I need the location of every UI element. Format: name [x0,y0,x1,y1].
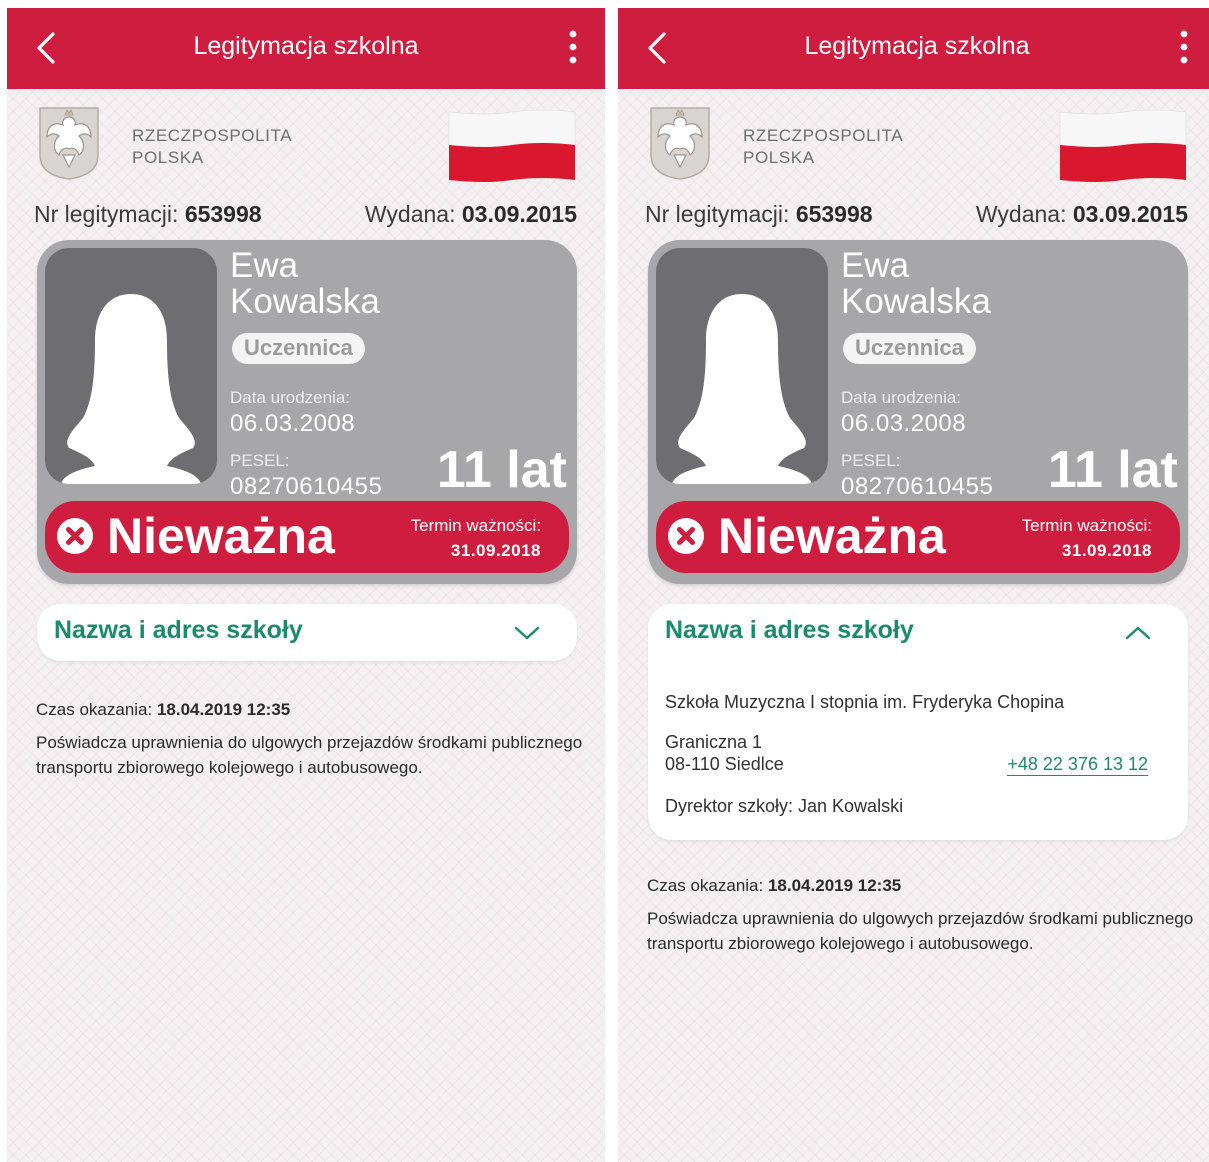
person-silhouette-icon [672,294,812,484]
id-number-value: 653998 [184,201,262,227]
avatar [656,248,828,484]
page-title: Legitymacja szkolna [193,32,419,60]
screen-collapsed: Legitymacja szkolna RZECZPOSPOLITA POLSK… [7,8,605,1162]
school-section-title[interactable]: Nazwa i adres szkoły [665,616,914,645]
status-text: Nieważna [718,508,946,564]
app-bar: Legitymacja szkolna [7,8,605,89]
chevron-down-icon [514,626,540,640]
school-name: Szkoła Muzyczna I stopnia im. Fryderyka … [665,692,1065,712]
x-circle-icon [57,518,93,554]
country-line-2: POLSKA [743,148,815,167]
more-vertical-icon [1180,30,1188,64]
id-number: Nr legitymacji: 653998 [34,201,262,228]
role-badge: Uczennica [232,333,365,364]
more-menu-button[interactable] [1172,28,1196,70]
description: Poświadcza uprawnienia do ulgowych przej… [647,909,1194,953]
id-card: Ewa Kowalska Uczennica Data urodzenia: 0… [648,240,1188,584]
status-bar: Nieważna Termin ważności: 31.09.2018 [656,501,1180,573]
issue-date-value: 03.09.2015 [461,201,577,227]
age: 11 lat [436,441,567,499]
id-number-label: Nr legitymacji: [645,201,790,227]
expand-button[interactable] [513,624,541,642]
avatar [45,248,217,484]
country-line-2: POLSKA [132,148,204,167]
polish-eagle-emblem-icon [650,107,710,180]
country-name: RZECZPOSPOLITA POLSKA [743,125,903,169]
age: 11 lat [1047,441,1178,499]
issue-date-value: 03.09.2015 [1072,201,1188,227]
last-name: Kowalska [841,282,991,321]
collapse-button[interactable] [1124,624,1152,642]
school-section[interactable]: Nazwa i adres szkoły [37,604,577,661]
expiry-date: 31.09.2018 [450,541,541,560]
pesel-value: 08270610455 [841,473,994,500]
shown-time-label: Czas okazania: [36,700,153,719]
country-name: RZECZPOSPOLITA POLSKA [132,125,292,169]
chevron-up-icon [1125,626,1151,640]
app-bar: Legitymacja szkolna [618,8,1209,89]
school-city: 08-110 Siedlce [665,754,784,774]
x-circle-icon [668,518,704,554]
id-card: Ewa Kowalska Uczennica Data urodzenia: 0… [37,240,577,584]
person-silhouette-icon [61,294,201,484]
issue-date-label: Wydana: [975,201,1067,227]
status-bar: Nieważna Termin ważności: 31.09.2018 [45,501,569,573]
first-name: Ewa [230,246,299,285]
more-vertical-icon [569,30,577,64]
issue-date-label: Wydana: [364,201,456,227]
country-line-1: RZECZPOSPOLITA [132,126,293,145]
polish-eagle-emblem-icon [39,107,99,180]
expiry-date: 31.09.2018 [1061,541,1152,560]
shown-time-label: Czas okazania: [647,876,764,895]
description: Poświadcza uprawnienia do ulgowych przej… [36,733,583,777]
birth-date-value: 06.03.2008 [230,410,356,437]
shown-time: Czas okazania: 18.04.2019 12:35 [36,700,290,720]
polish-flag-icon [1059,109,1187,182]
country-line-1: RZECZPOSPOLITA [743,126,904,145]
page-title: Legitymacja szkolna [804,32,1030,60]
school-phone-link[interactable]: +48 22 376 13 12 [1007,754,1148,776]
more-menu-button[interactable] [561,28,585,70]
first-name: Ewa [841,246,910,285]
polish-flag-icon [448,109,576,182]
school-section-title[interactable]: Nazwa i adres szkoły [54,616,303,645]
school-street: Graniczna 1 [665,732,763,752]
shown-time-value: 18.04.2019 12:35 [156,700,291,719]
school-section[interactable]: Nazwa i adres szkoły Szkoła Muzyczna I s… [648,604,1188,840]
issue-date: Wydana: 03.09.2015 [976,201,1188,228]
pesel-label: PESEL: [841,451,901,470]
birth-date-value: 06.03.2008 [841,410,967,437]
id-number: Nr legitymacji: 653998 [645,201,873,228]
id-number-label: Nr legitymacji: [34,201,179,227]
expiry-label: Termin ważności: [410,516,541,535]
birth-date-label: Data urodzenia: [841,388,962,407]
last-name: Kowalska [230,282,380,321]
status-text: Nieważna [107,508,335,564]
screen-expanded: Legitymacja szkolna RZECZPOSPOLITA POLSK… [618,8,1209,1162]
birth-date-label: Data urodzenia: [230,388,351,407]
shown-time: Czas okazania: 18.04.2019 12:35 [647,876,901,896]
issue-date: Wydana: 03.09.2015 [365,201,577,228]
role-badge: Uczennica [843,333,976,364]
pesel-value: 08270610455 [230,473,383,500]
shown-time-value: 18.04.2019 12:35 [767,876,902,895]
expiry-label: Termin ważności: [1021,516,1152,535]
school-director: Dyrektor szkoły: Jan Kowalski [665,796,904,816]
id-number-value: 653998 [795,201,873,227]
pesel-label: PESEL: [230,451,290,470]
